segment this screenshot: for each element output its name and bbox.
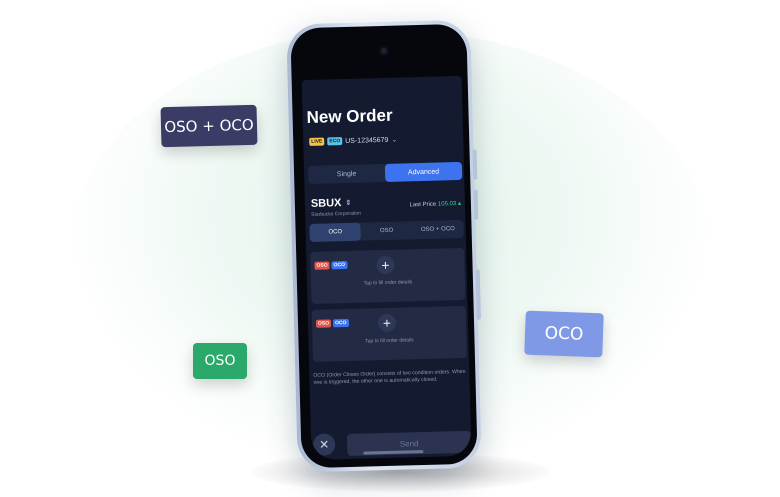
eco-badge: ECO xyxy=(327,137,343,146)
last-price-label: Last Price xyxy=(409,201,437,209)
plus-icon[interactable]: + xyxy=(377,313,397,333)
price-up-icon: ▴ xyxy=(457,200,462,208)
phone-side-button xyxy=(473,189,479,220)
order-card-hint: Tap to fill order details xyxy=(363,279,413,287)
tab-advanced[interactable]: Advanced xyxy=(384,161,463,182)
tab-oco[interactable]: OCO xyxy=(309,222,362,242)
oco-badge: OCO xyxy=(331,260,348,270)
phone-side-button xyxy=(472,149,478,180)
order-type-segmented-control: OCO OSO OSO + OCO xyxy=(309,219,464,242)
live-badge: LIVE xyxy=(309,137,325,146)
phone-bezel: New Order LIVE ECO US-12345679 ⌄ Single … xyxy=(290,23,478,469)
last-price: Last Price 105.03 ▴ xyxy=(409,200,461,208)
order-card[interactable]: OSO OCO + Tap to fill order details xyxy=(311,305,467,362)
oso-badge: OSO xyxy=(314,261,330,270)
page-title: New Order xyxy=(306,105,393,127)
mode-segmented-control: Single Advanced xyxy=(307,161,463,184)
oco-badge: OCO xyxy=(333,318,349,328)
account-selector[interactable]: LIVE ECO US-12345679 ⌄ xyxy=(309,136,397,146)
up-down-arrows-icon: ⇕ xyxy=(345,199,352,207)
order-card-badges: OSO OCO xyxy=(315,318,349,328)
symbol-header: SBUX ⇕ Starbucks Corporation Last Price … xyxy=(311,194,461,218)
order-type-description: OCO (Order Closes Order) consists of two… xyxy=(313,368,466,386)
plus-icon[interactable]: + xyxy=(376,255,395,275)
oso-oco-tag: OSO + OCO xyxy=(160,104,258,148)
phone-mockup: New Order LIVE ECO US-12345679 ⌄ Single … xyxy=(286,19,482,473)
oso-badge: OSO xyxy=(315,319,332,328)
camera-icon xyxy=(378,45,390,57)
tab-oso-oco[interactable]: OSO + OCO xyxy=(412,220,464,239)
symbol-name: Starbucks Corporation xyxy=(311,210,361,218)
order-card-badges: OSO OCO xyxy=(314,260,348,270)
tab-single[interactable]: Single xyxy=(308,164,385,184)
account-number: US-12345679 xyxy=(345,136,389,145)
oso-tag: OSO xyxy=(193,343,247,379)
close-icon[interactable]: ✕ xyxy=(312,433,336,456)
chevron-down-icon: ⌄ xyxy=(391,136,398,144)
last-price-value: 105.03 xyxy=(437,201,457,208)
order-card-hint: Tap to fill order details xyxy=(365,337,414,345)
order-card[interactable]: OSO OCO + Tap to fill order details xyxy=(310,247,466,304)
symbol-ticker: SBUX xyxy=(310,197,342,210)
tab-oso[interactable]: OSO xyxy=(361,221,413,240)
app-screen: New Order LIVE ECO US-12345679 ⌄ Single … xyxy=(301,75,472,460)
oco-tag: OCO xyxy=(524,310,604,358)
